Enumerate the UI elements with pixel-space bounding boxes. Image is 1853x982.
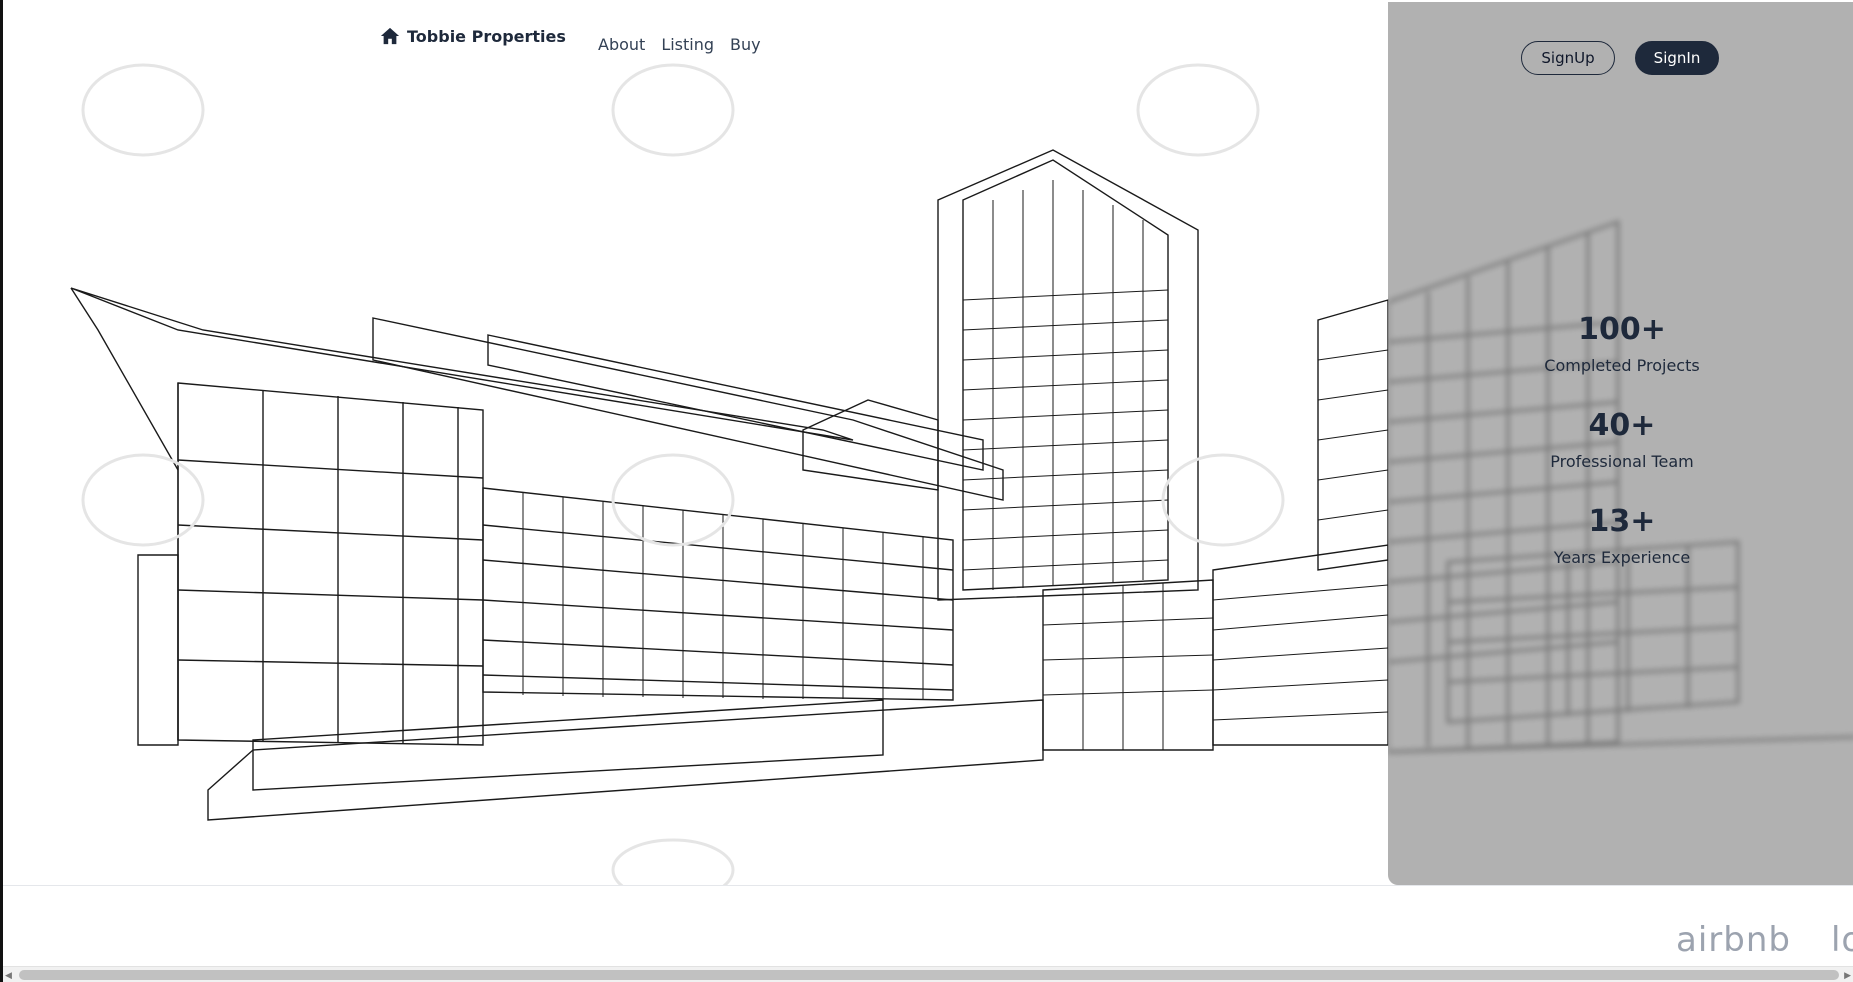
partner-logo-partial: lo: [1830, 920, 1853, 960]
stat-label: Years Experience: [1553, 548, 1691, 567]
horizontal-scrollbar[interactable]: ◀ ▶: [3, 966, 1853, 982]
stat-label: Completed Projects: [1544, 356, 1700, 375]
nav-link-buy[interactable]: Buy: [730, 35, 761, 54]
nav-link-listing[interactable]: Listing: [661, 35, 714, 54]
stat-label: Professional Team: [1550, 452, 1694, 471]
brand-logo[interactable]: Tobbie Properties: [379, 26, 566, 46]
signup-button[interactable]: SignUp: [1521, 41, 1615, 75]
hero-section: Tobbie Properties About Listing Buy Sign…: [3, 0, 1853, 885]
auth-buttons: SignUp SignIn: [1521, 41, 1719, 75]
stat-years-experience: 13+ Years Experience: [1388, 502, 1853, 567]
scrollbar-thumb[interactable]: [19, 970, 1839, 980]
signin-button[interactable]: SignIn: [1635, 41, 1719, 75]
home-icon: [380, 27, 400, 45]
stat-value: 13+: [1588, 504, 1656, 539]
stat-value: 40+: [1588, 408, 1656, 443]
navbar: Tobbie Properties About Listing Buy Sign…: [3, 0, 1853, 90]
scroll-right-arrow-icon[interactable]: ▶: [1841, 970, 1851, 980]
stat-value: 100+: [1578, 312, 1666, 347]
scroll-left-arrow-icon[interactable]: ◀: [5, 970, 15, 980]
partner-logos: airbnb lo: [1676, 920, 1853, 960]
stat-completed-projects: 100+ Completed Projects: [1388, 310, 1853, 375]
nav-links: About Listing Buy: [598, 35, 761, 54]
partner-logo-airbnb: airbnb: [1676, 920, 1791, 960]
hero-divider: [3, 885, 1853, 886]
nav-link-about[interactable]: About: [598, 35, 645, 54]
stat-professional-team: 40+ Professional Team: [1388, 406, 1853, 471]
brand-name: Tobbie Properties: [407, 26, 566, 46]
